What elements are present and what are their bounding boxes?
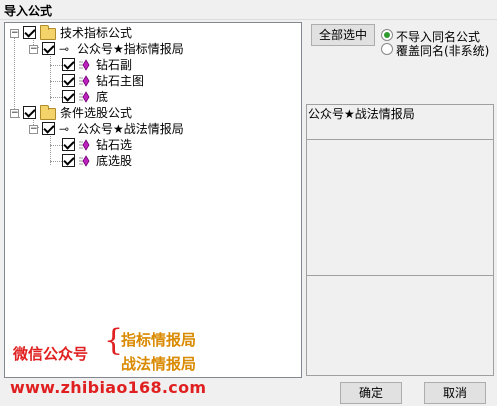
watermark-item-indicator: 指标情报局 xyxy=(121,331,197,349)
collapse-toggle[interactable]: − xyxy=(10,109,19,118)
radio-overwrite[interactable] xyxy=(381,43,393,55)
node-label: 条件选股公式 xyxy=(60,106,133,120)
description-panel: 公众号★战法情报局 xyxy=(306,104,494,376)
formula-icon xyxy=(79,91,90,103)
node-label: 钻石主图 xyxy=(96,74,145,88)
ok-button[interactable]: 确定 xyxy=(340,382,402,404)
tree-node-tactics-bureau[interactable]: − ⊸ 公众号★战法情报局 xyxy=(5,121,295,137)
tree-node-formula[interactable]: 钻石副 xyxy=(5,57,295,73)
window-title: 导入公式 xyxy=(4,4,53,18)
formula-icon xyxy=(79,155,90,167)
node-label: 钻石副 xyxy=(96,58,133,72)
tree-node-indicator-bureau[interactable]: − ⊸ 公众号★指标情报局 xyxy=(5,41,295,57)
key-icon: ⊸ xyxy=(59,42,70,56)
node-label: 底 xyxy=(96,90,109,104)
tree-node-formula[interactable]: 钻石主图 xyxy=(5,73,295,89)
folder-icon xyxy=(40,105,56,120)
node-checkbox[interactable] xyxy=(62,138,75,151)
node-checkbox[interactable] xyxy=(23,106,36,119)
radio-no-import[interactable] xyxy=(381,29,393,41)
collapse-toggle[interactable]: − xyxy=(10,29,19,38)
collapse-toggle[interactable]: − xyxy=(29,45,38,54)
node-checkbox[interactable] xyxy=(42,42,55,55)
tree-node-formula[interactable]: 钻石选 xyxy=(5,137,295,153)
watermark-item-tactics: 战法情报局 xyxy=(121,355,197,373)
formula-icon xyxy=(79,75,90,87)
formula-icon xyxy=(79,139,90,151)
tree-node-formula[interactable]: 底 xyxy=(5,89,295,105)
node-checkbox[interactable] xyxy=(23,26,36,39)
tree-node-stock-selection[interactable]: − 条件选股公式 xyxy=(5,105,295,121)
preview-box xyxy=(307,139,493,276)
watermark-url: www.zhibiao168.com xyxy=(10,378,207,397)
description-text: 公众号★战法情报局 xyxy=(308,107,415,121)
title-bar: 导入公式 xyxy=(0,0,497,20)
node-label: 公众号★战法情报局 xyxy=(77,122,184,136)
formula-icon xyxy=(79,59,90,71)
node-label: 公众号★指标情报局 xyxy=(77,42,184,56)
node-checkbox[interactable] xyxy=(42,122,55,135)
node-checkbox[interactable] xyxy=(62,74,75,87)
select-all-button[interactable]: 全部选中 xyxy=(311,24,375,46)
node-label: 钻石选 xyxy=(96,138,133,152)
node-label: 技术指标公式 xyxy=(60,26,133,40)
formula-tree[interactable]: − 技术指标公式 − ⊸ 公众号★指标情报局 钻石副 钻石主图 底 − 条件选股… xyxy=(4,22,302,378)
tree-node-tech-indicators[interactable]: − 技术指标公式 xyxy=(5,25,295,41)
key-icon: ⊸ xyxy=(59,122,70,136)
watermark-wechat-label: 微信公众号 xyxy=(13,345,89,363)
cancel-button[interactable]: 取消 xyxy=(424,382,486,404)
node-checkbox[interactable] xyxy=(62,90,75,103)
collapse-toggle[interactable]: − xyxy=(29,125,38,134)
radio-overwrite-label[interactable]: 覆盖同名(非系统) xyxy=(396,42,489,59)
folder-icon xyxy=(40,25,56,40)
node-label: 底选股 xyxy=(96,154,133,168)
node-checkbox[interactable] xyxy=(62,154,75,167)
tree-node-formula[interactable]: 底选股 xyxy=(5,153,295,169)
node-checkbox[interactable] xyxy=(62,58,75,71)
